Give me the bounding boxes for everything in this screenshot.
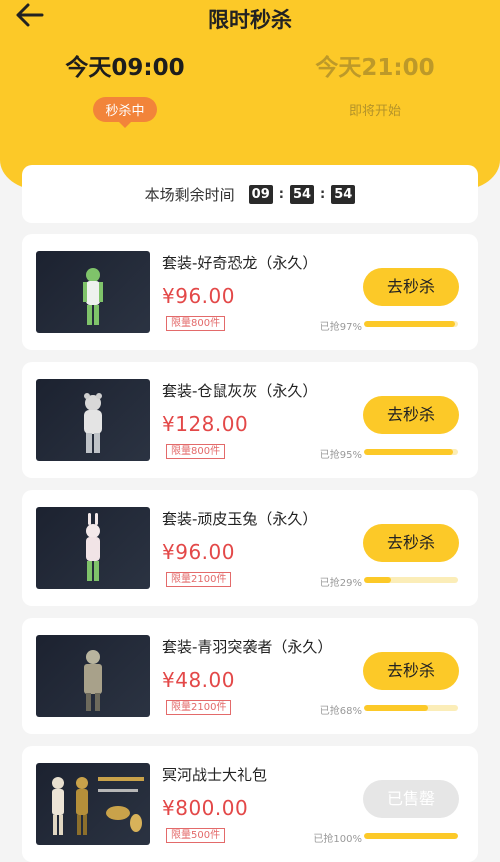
- sold-percentage: 已抢68%: [319, 706, 362, 717]
- slot-status: 即将开始: [348, 104, 401, 119]
- buy-now-button[interactable]: 去秒杀: [363, 396, 459, 434]
- product-name: 冥河战士大礼包: [162, 766, 268, 784]
- progress-bar: [364, 321, 458, 327]
- progress-bar: [364, 833, 458, 839]
- product-image[interactable]: [36, 763, 150, 845]
- progress-fill: [364, 705, 428, 711]
- product-image[interactable]: [36, 251, 150, 333]
- status-badge: 秒杀中: [93, 97, 157, 128]
- sold-percentage: 已抢95%: [319, 450, 362, 461]
- countdown-separator: :: [320, 186, 326, 202]
- slot-time: 今天21:00: [315, 55, 435, 81]
- limit-badge: 限量2100件: [166, 700, 232, 715]
- product-price: ¥128.00: [162, 412, 249, 436]
- buy-now-button[interactable]: 去秒杀: [363, 268, 459, 306]
- progress-fill: [364, 833, 458, 839]
- progress-bar: [364, 577, 458, 583]
- product-figure: [84, 650, 102, 711]
- product-figure: [52, 777, 144, 835]
- countdown-seconds: 54: [331, 184, 356, 204]
- product-figure: [84, 393, 102, 453]
- limit-badge: 限量2100件: [166, 572, 232, 587]
- progress-fill: [364, 321, 456, 327]
- product-card[interactable]: 套装-青羽突袭者（永久） ¥48.00 限量2100件 去秒杀已抢68%: [22, 618, 478, 734]
- progress-fill: [364, 449, 454, 455]
- product-price: ¥48.00: [162, 668, 235, 692]
- product-name: 套装-好奇恐龙（永久）: [162, 254, 318, 272]
- sold-percentage: 已抢29%: [319, 578, 362, 589]
- product-image[interactable]: [36, 507, 150, 589]
- countdown-separator: :: [278, 186, 284, 202]
- time-slot-current[interactable]: 今天09:00 秒杀中: [0, 48, 250, 128]
- product-image[interactable]: [36, 635, 150, 717]
- product-card[interactable]: 套装-好奇恐龙（永久） ¥96.00 限量800件 去秒杀已抢97%: [22, 234, 478, 350]
- product-name: 套装-青羽突袭者（永久）: [162, 638, 333, 656]
- limit-badge: 限量800件: [166, 444, 226, 459]
- product-image[interactable]: [36, 379, 150, 461]
- countdown-label: 本场剩余时间: [144, 185, 235, 204]
- product-name: 套装-仓鼠灰灰（永久）: [162, 382, 318, 400]
- product-price: ¥96.00: [162, 540, 235, 564]
- sold-percentage: 已抢100%: [313, 834, 362, 845]
- product-card[interactable]: 冥河战士大礼包 ¥800.00 限量500件 已售罄已抢100%: [22, 746, 478, 862]
- product-figure: [86, 513, 100, 581]
- product-figure: [83, 268, 103, 325]
- time-slot-next[interactable]: 今天21:00 即将开始: [250, 48, 500, 119]
- limit-badge: 限量800件: [166, 316, 226, 331]
- product-card[interactable]: 套装-顽皮玉兔（永久） ¥96.00 限量2100件 去秒杀已抢29%: [22, 490, 478, 606]
- soldout-button: 已售罄: [363, 780, 459, 818]
- product-price: ¥96.00: [162, 284, 235, 308]
- product-name: 套装-顽皮玉兔（永久）: [162, 510, 318, 528]
- progress-fill: [364, 577, 392, 583]
- limit-badge: 限量500件: [166, 828, 226, 843]
- progress-bar: [364, 449, 458, 455]
- page-title: 限时秒杀: [208, 8, 292, 32]
- slot-time: 今天09:00: [65, 55, 185, 81]
- buy-now-button[interactable]: 去秒杀: [363, 652, 459, 690]
- countdown-card: 本场剩余时间 09 : 54 : 54: [22, 165, 478, 223]
- countdown-minutes: 54: [289, 184, 315, 204]
- sold-percentage: 已抢97%: [319, 322, 362, 333]
- buy-now-button[interactable]: 去秒杀: [363, 524, 459, 562]
- countdown-hours: 09: [248, 184, 273, 204]
- progress-bar: [364, 705, 458, 711]
- product-price: ¥800.00: [162, 796, 249, 820]
- product-card[interactable]: 套装-仓鼠灰灰（永久） ¥128.00 限量800件 去秒杀已抢95%: [22, 362, 478, 478]
